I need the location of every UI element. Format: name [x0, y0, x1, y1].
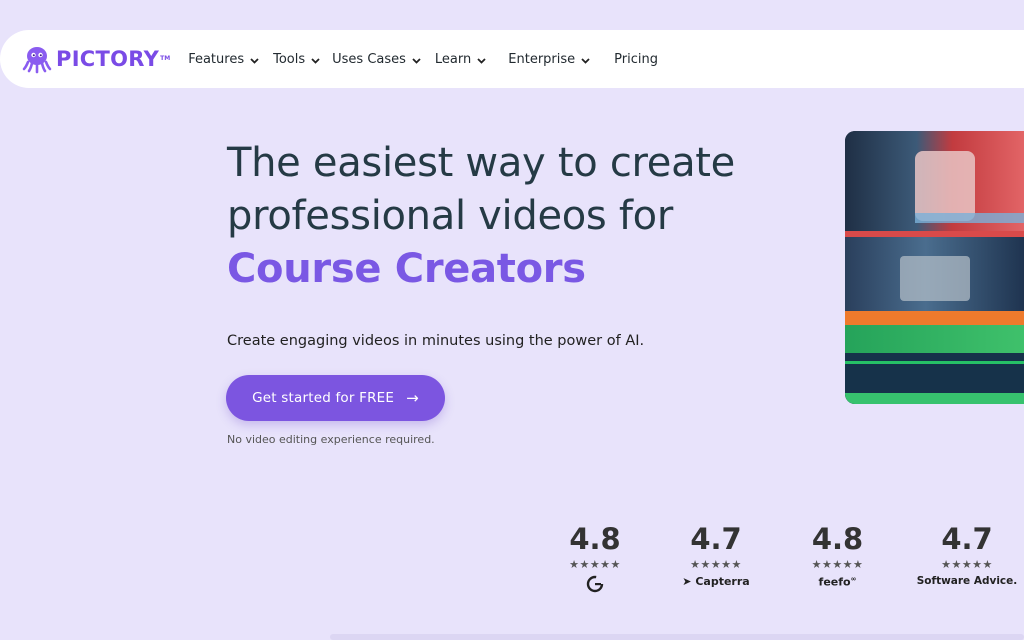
nav-item-use-cases[interactable]: Uses Cases [332, 52, 421, 67]
nav-item-enterprise[interactable]: Enterprise [508, 52, 590, 67]
star-rating-icon: ★★★★★ [690, 558, 742, 571]
get-started-label: Get started for FREE [252, 390, 395, 406]
rating-g2: 4.8 ★★★★★ G2 [560, 522, 630, 596]
top-navbar: PICTORY TM Features Tools Uses Cases Lea… [0, 30, 1024, 88]
capterra-arrow-icon: ➤ [682, 575, 692, 588]
chevron-down-icon [311, 57, 320, 64]
main-nav: Features Tools Uses Cases Learn Enterpri… [188, 52, 680, 67]
nav-item-learn[interactable]: Learn [435, 52, 486, 67]
hero-title-line-1: The easiest way to create [227, 140, 735, 186]
software-advice-logo: Software Advice. [916, 575, 1018, 587]
nav-item-label: Pricing [614, 51, 658, 67]
feefo-logo: feefo∞ [818, 575, 857, 589]
hero-title-line-2: professional videos for [227, 193, 673, 239]
chevron-down-icon [250, 57, 259, 64]
star-rating-icon: ★★★★★ [569, 558, 621, 571]
brand-name: PICTORY [56, 47, 160, 71]
rating-feefo: 4.8 ★★★★★ feefo∞ [800, 522, 875, 589]
pictory-logo[interactable]: PICTORY TM [22, 44, 170, 74]
capterra-logo: ➤ Capterra [682, 575, 750, 588]
nav-item-label: Learn [434, 51, 472, 67]
hero-title-accent: Course Creators [227, 246, 586, 292]
g2-icon [586, 575, 604, 593]
nav-item-label: Enterprise [508, 51, 576, 67]
rating-score: 4.8 [811, 522, 864, 556]
octopus-icon [22, 47, 52, 74]
chevron-down-icon [477, 57, 486, 64]
trademark-mark: TM [160, 55, 171, 62]
get-started-button[interactable]: Get started for FREE → [226, 375, 445, 421]
rating-score: 4.8 [569, 522, 621, 556]
arrow-right-icon: → [406, 389, 419, 407]
nav-item-label: Uses Cases [332, 51, 406, 67]
rating-capterra: 4.7 ★★★★★ ➤ Capterra [676, 522, 756, 588]
nav-item-label: Tools [273, 51, 306, 67]
nav-item-features[interactable]: Features [188, 52, 259, 67]
star-rating-icon: ★★★★★ [811, 558, 864, 571]
hero-note: No video editing experience required. [227, 433, 435, 446]
rating-software-advice: 4.7 ★★★★★ Software Advice. [912, 522, 1022, 587]
g2-logo: G2 [560, 575, 630, 596]
rating-score: 4.7 [941, 522, 993, 556]
rating-score: 4.7 [690, 522, 742, 556]
hero-title: The easiest way to create professional v… [227, 137, 787, 296]
chevron-down-icon [412, 57, 421, 64]
nav-item-tools[interactable]: Tools [273, 52, 320, 67]
star-rating-icon: ★★★★★ [941, 558, 993, 571]
hero-subtitle: Create engaging videos in minutes using … [227, 333, 645, 349]
video-preview-image [845, 131, 1024, 404]
chevron-down-icon [581, 57, 590, 64]
section-divider [330, 634, 1024, 640]
nav-item-label: Features [188, 51, 245, 67]
nav-item-pricing[interactable]: Pricing [614, 52, 658, 67]
